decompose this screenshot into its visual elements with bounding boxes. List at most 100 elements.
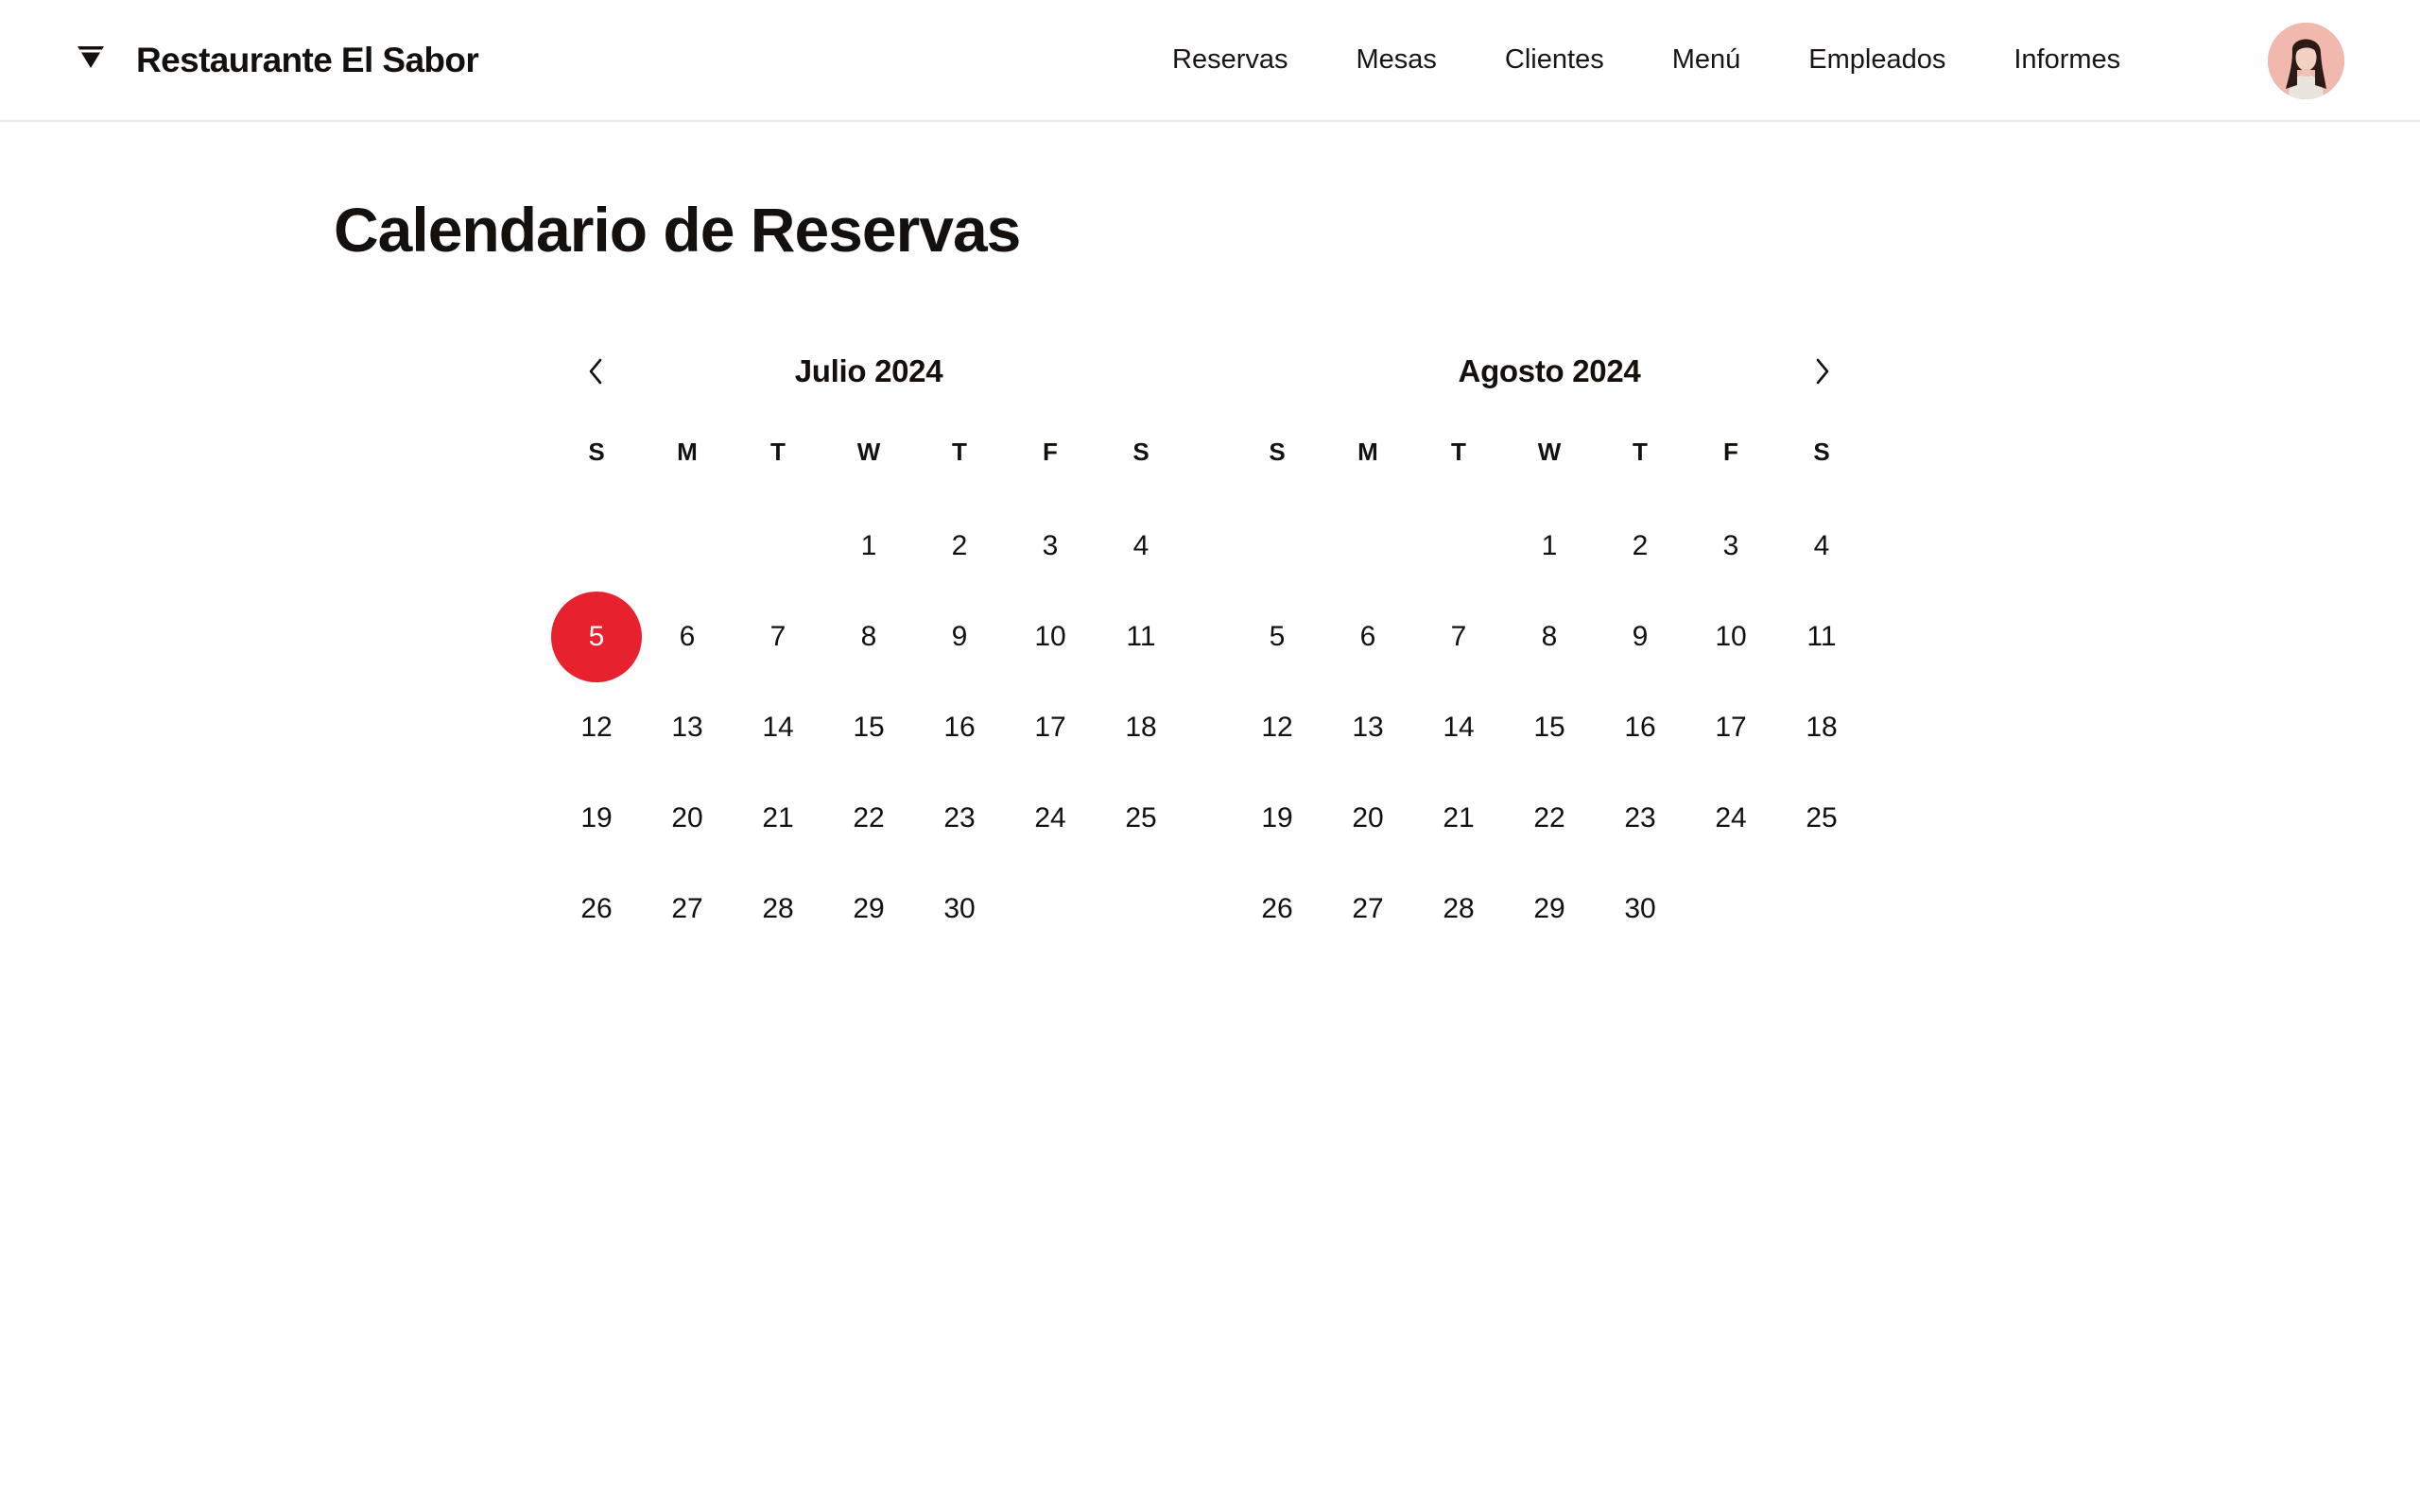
calendar-day[interactable]: 21 <box>733 773 823 864</box>
calendar-day[interactable]: 16 <box>914 682 1005 773</box>
calendar-day[interactable]: 14 <box>1413 682 1504 773</box>
calendar-day[interactable]: 29 <box>823 864 914 954</box>
weekday-label: T <box>1451 438 1466 466</box>
calendar-day[interactable]: 26 <box>1232 864 1322 954</box>
calendar-day[interactable]: 29 <box>1504 864 1595 954</box>
empty-day-cell <box>1776 864 1867 954</box>
weekday-label: S <box>1269 438 1286 466</box>
calendar-day[interactable]: 10 <box>1685 592 1776 682</box>
weekday-label: M <box>677 438 698 466</box>
calendar-day[interactable]: 15 <box>1504 682 1595 773</box>
calendar-day[interactable]: 21 <box>1413 773 1504 864</box>
empty-day-cell <box>1096 864 1186 954</box>
calendar-day[interactable]: 2 <box>914 501 1005 592</box>
calendar-day[interactable]: 22 <box>1504 773 1595 864</box>
next-month-button[interactable] <box>1776 340 1867 403</box>
weekday-label: W <box>1537 438 1562 466</box>
weekday-label: S <box>588 438 605 466</box>
calendar-day[interactable]: 14 <box>733 682 823 773</box>
calendar-day[interactable]: 30 <box>914 864 1005 954</box>
month-title: Agosto 2024 <box>1458 353 1641 388</box>
calendar-week-row: 12 13 14 15 16 17 18 <box>551 682 1186 773</box>
month-calendar-july: Julio 2024 SMTWTFS 1 2 3 4 5 6 7 8 9 10 11 12 13 14 15… <box>551 340 1186 954</box>
calendar-day[interactable]: 2 <box>1595 501 1685 592</box>
calendar-day[interactable]: 16 <box>1595 682 1685 773</box>
empty-day-cell <box>1322 501 1413 592</box>
calendar-day[interactable]: 1 <box>823 501 914 592</box>
calendar-day[interactable]: 20 <box>642 773 733 864</box>
nav-item-menu[interactable]: Menú <box>1672 36 1741 83</box>
brand-name[interactable]: Restaurante El Sabor <box>136 38 479 83</box>
calendar-day[interactable]: 24 <box>1685 773 1776 864</box>
days-grid: 1 2 3 4 5 6 7 8 9 10 11 12 13 14 15 16 17 18 19 20 21 22 23 24 2… <box>1232 501 1867 954</box>
nav-item-mesas[interactable]: Mesas <box>1357 36 1437 83</box>
calendar-day[interactable]: 19 <box>1232 773 1322 864</box>
weekday-label: F <box>1043 438 1058 466</box>
calendar-day[interactable]: 30 <box>1595 864 1685 954</box>
calendar-day-selected[interactable]: 5 <box>551 592 642 682</box>
calendar-week-row: 5 6 7 8 9 10 11 <box>1232 592 1867 682</box>
calendar-day[interactable]: 7 <box>733 592 823 682</box>
calendar-day[interactable]: 22 <box>823 773 914 864</box>
calendar-day[interactable]: 10 <box>1005 592 1096 682</box>
calendar-day[interactable]: 5 <box>1232 592 1322 682</box>
weekday-label: F <box>1723 438 1738 466</box>
empty-day-cell <box>1685 864 1776 954</box>
calendar-day[interactable]: 11 <box>1776 592 1867 682</box>
month-calendar-august: Agosto 2024 SMTWTFS 1 2 3 4 5 6 7 8 9 10 11 12 13 14 1… <box>1232 340 1867 954</box>
calendar-day[interactable]: 8 <box>823 592 914 682</box>
nav-item-reservas[interactable]: Reservas <box>1172 36 1288 83</box>
calendar-day[interactable]: 4 <box>1096 501 1186 592</box>
weekday-label: T <box>952 438 967 466</box>
calendar-day[interactable]: 12 <box>1232 682 1322 773</box>
calendar-day[interactable]: 26 <box>551 864 642 954</box>
calendar-day[interactable]: 17 <box>1005 682 1096 773</box>
calendar-week-row: 26 27 28 29 30 <box>551 864 1186 954</box>
calendar-day[interactable]: 27 <box>1322 864 1413 954</box>
user-avatar[interactable] <box>2268 23 2344 99</box>
calendar-day[interactable]: 8 <box>1504 592 1595 682</box>
calendar-day[interactable]: 25 <box>1096 773 1186 864</box>
calendar-day[interactable]: 28 <box>1413 864 1504 954</box>
calendar-day[interactable]: 3 <box>1005 501 1096 592</box>
calendar-day[interactable]: 25 <box>1776 773 1867 864</box>
chevron-right-icon <box>1816 358 1829 385</box>
calendar-week-row: 26 27 28 29 30 <box>1232 864 1867 954</box>
nav-item-informes[interactable]: Informes <box>2014 36 2120 83</box>
calendar-day[interactable]: 9 <box>914 592 1005 682</box>
calendar-day[interactable]: 6 <box>1322 592 1413 682</box>
weekday-label: M <box>1357 438 1378 466</box>
calendar-day[interactable]: 4 <box>1776 501 1867 592</box>
calendar-day[interactable]: 27 <box>642 864 733 954</box>
calendar-day[interactable]: 18 <box>1776 682 1867 773</box>
month-header: Julio 2024 <box>551 340 1186 403</box>
month-header: Agosto 2024 <box>1232 340 1867 403</box>
month-title: Julio 2024 <box>794 353 943 388</box>
calendar-day[interactable]: 13 <box>1322 682 1413 773</box>
calendar-day[interactable]: 7 <box>1413 592 1504 682</box>
calendar-day[interactable]: 11 <box>1096 592 1186 682</box>
calendar-day[interactable]: 6 <box>642 592 733 682</box>
calendar-week-row: 1234 <box>551 501 1186 592</box>
nav-item-clientes[interactable]: Clientes <box>1505 36 1604 83</box>
calendar-day[interactable]: 1 <box>1504 501 1595 592</box>
calendar-day[interactable]: 18 <box>1096 682 1186 773</box>
nav-item-empleados[interactable]: Empleados <box>1808 36 1945 83</box>
weekday-label: T <box>1633 438 1648 466</box>
calendar-day[interactable]: 3 <box>1685 501 1776 592</box>
calendar-day[interactable]: 13 <box>642 682 733 773</box>
calendar-day[interactable]: 9 <box>1595 592 1685 682</box>
calendar-day[interactable]: 12 <box>551 682 642 773</box>
calendar-day[interactable]: 24 <box>1005 773 1096 864</box>
weekday-header-row: SMTWTFS <box>1232 431 1867 472</box>
calendar-day[interactable]: 23 <box>1595 773 1685 864</box>
weekday-label: W <box>856 438 881 466</box>
calendar-day[interactable]: 23 <box>914 773 1005 864</box>
calendar-day[interactable]: 28 <box>733 864 823 954</box>
calendar-day[interactable]: 19 <box>551 773 642 864</box>
calendar-day[interactable]: 15 <box>823 682 914 773</box>
calendar-day[interactable]: 17 <box>1685 682 1776 773</box>
calendar-day[interactable]: 20 <box>1322 773 1413 864</box>
calendar-week-row: 5 6 7 8 9 10 11 <box>551 592 1186 682</box>
empty-day-cell <box>1413 501 1504 592</box>
